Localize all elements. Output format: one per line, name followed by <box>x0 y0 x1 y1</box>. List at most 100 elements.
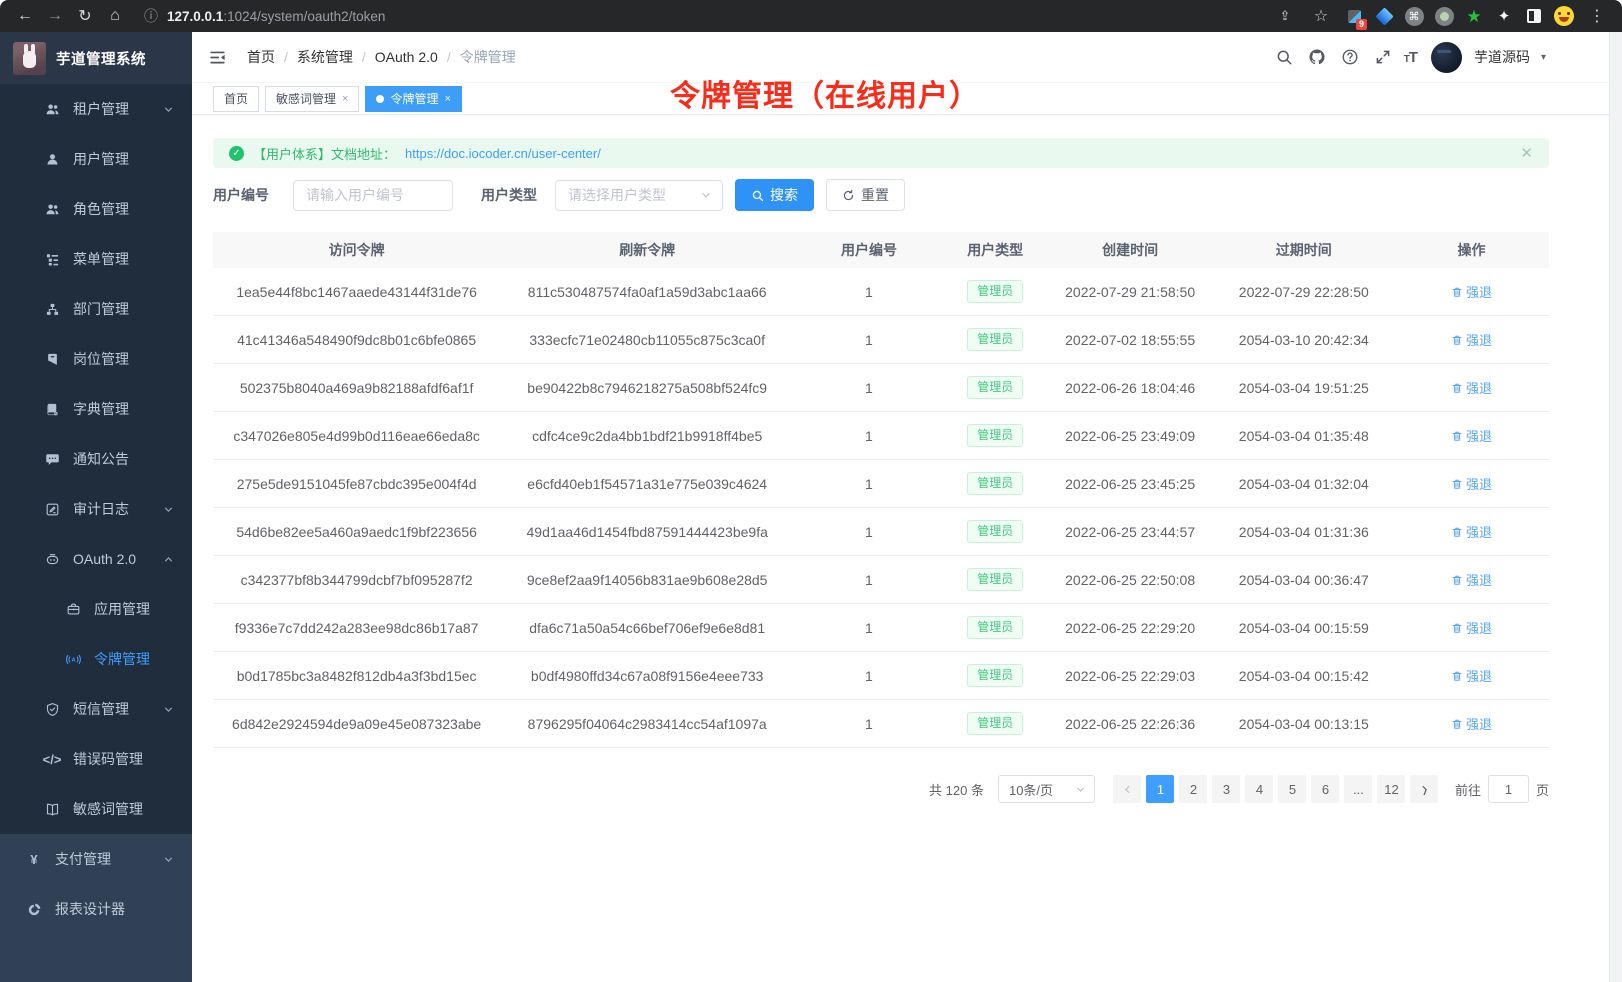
force-logout-button[interactable]: 强退 <box>1451 330 1492 349</box>
extension-star-icon[interactable]: ★ <box>1462 4 1486 28</box>
force-logout-button[interactable]: 强退 <box>1451 714 1492 733</box>
sidebar-item-report[interactable]: 报表设计器 <box>0 884 192 934</box>
force-logout-label: 强退 <box>1466 714 1492 733</box>
force-logout-button[interactable]: 强退 <box>1451 666 1492 685</box>
sidebar-item-menu[interactable]: 菜单管理 <box>0 234 192 284</box>
sidebar-item-dept[interactable]: 部门管理 <box>0 284 192 334</box>
force-logout-button[interactable]: 强退 <box>1451 618 1492 637</box>
alert-close-icon[interactable]: ✕ <box>1520 144 1533 162</box>
column-header: 刷新令牌 <box>500 240 794 260</box>
force-logout-button[interactable]: 强退 <box>1451 426 1492 445</box>
user-menu-caret-icon[interactable]: ▾ <box>1541 52 1546 63</box>
bookmark-star-icon[interactable]: ☆ <box>1306 2 1336 30</box>
breadcrumb-item: 令牌管理 <box>460 47 516 67</box>
address-bar[interactable]: ⓘ 127.0.0.1:1024/system/oauth2/token <box>144 6 1270 26</box>
sidebar-item-pay[interactable]: ¥支付管理 <box>0 834 192 884</box>
browser-toolbar: ← → ↻ ⌂ ⓘ 127.0.0.1:1024/system/oauth2/t… <box>0 0 1622 32</box>
tab-label: 敏感词管理 <box>276 90 336 107</box>
refresh-token-cell: be90422b8c7946218275a508bf524fc9 <box>500 380 794 396</box>
user-avatar[interactable] <box>1431 42 1462 73</box>
force-logout-button[interactable]: 强退 <box>1451 474 1492 493</box>
sidebar-item-post[interactable]: 岗位管理 <box>0 334 192 384</box>
access-token-cell: c342377bf8b344799dcbf7bf095287f2 <box>213 572 500 588</box>
extension-tiles-icon[interactable]: 9 <box>1342 4 1366 28</box>
tab-close-icon[interactable]: × <box>444 93 450 105</box>
side-panel-icon[interactable] <box>1522 4 1546 28</box>
user-type-select[interactable]: 请选择用户类型 <box>555 180 723 211</box>
tab-令牌管理[interactable]: 令牌管理× <box>365 86 461 112</box>
goto-page-input[interactable] <box>1488 775 1529 803</box>
page-ellipsis[interactable]: ... <box>1344 775 1372 803</box>
force-logout-button[interactable]: 强退 <box>1451 378 1492 397</box>
action-cell: 强退 <box>1394 570 1549 589</box>
fullscreen-icon[interactable] <box>1371 45 1395 69</box>
browser-menu-icon[interactable]: ⋮ <box>1582 2 1612 30</box>
breadcrumb-item[interactable]: 系统管理 <box>297 47 353 67</box>
create-time-cell: 2022-06-25 23:45:25 <box>1047 476 1214 492</box>
sidebar-item-sms[interactable]: 短信管理 <box>0 684 192 734</box>
sidebar-item-dict[interactable]: 字典管理 <box>0 384 192 434</box>
search-icon[interactable] <box>1272 45 1296 69</box>
profile-avatar-icon[interactable] <box>1552 4 1576 28</box>
username[interactable]: 芋道源码 <box>1474 47 1530 67</box>
tab-首页[interactable]: 首页 <box>213 86 259 112</box>
page-button-5[interactable]: 5 <box>1278 775 1306 803</box>
doc-link[interactable]: https://doc.iocoder.cn/user-center/ <box>405 146 601 161</box>
search-button[interactable]: 搜索 <box>735 179 814 211</box>
page-button-1[interactable]: 1 <box>1146 775 1174 803</box>
create-time-cell: 2022-06-25 22:29:20 <box>1047 620 1214 636</box>
sidebar-item-role[interactable]: 角色管理 <box>0 184 192 234</box>
github-icon[interactable] <box>1305 45 1329 69</box>
sidebar-item-tenant[interactable]: 租户管理 <box>0 84 192 134</box>
sidebar-item-error-code[interactable]: </>错误码管理 <box>0 734 192 784</box>
force-logout-button[interactable]: 强退 <box>1451 282 1492 301</box>
page-button-3[interactable]: 3 <box>1212 775 1240 803</box>
user-id-input[interactable] <box>293 180 453 211</box>
tab-close-icon[interactable]: × <box>342 93 348 105</box>
post-badge-icon <box>44 351 60 367</box>
force-logout-label: 强退 <box>1466 666 1492 685</box>
sidebar-item-notice[interactable]: 通知公告 <box>0 434 192 484</box>
action-cell: 强退 <box>1394 666 1549 685</box>
share-icon[interactable]: ⇪ <box>1270 2 1300 30</box>
site-info-icon[interactable]: ⓘ <box>144 6 158 26</box>
scrollbar[interactable] <box>1609 32 1622 982</box>
sidebar-item-oauth2-token[interactable]: A令牌管理 <box>0 634 192 684</box>
extension-record-icon[interactable] <box>1432 4 1456 28</box>
page-button-6[interactable]: 6 <box>1311 775 1339 803</box>
extension-command-icon[interactable]: ⌘ <box>1402 4 1426 28</box>
page-button-12[interactable]: 12 <box>1377 775 1405 803</box>
page-buttons: 123456...12 <box>1144 775 1408 803</box>
back-icon[interactable]: ← <box>10 2 40 30</box>
breadcrumb-item[interactable]: OAuth 2.0 <box>375 49 438 65</box>
sidebar-collapse-icon[interactable] <box>208 46 230 68</box>
home-icon[interactable]: ⌂ <box>100 2 130 30</box>
reset-button[interactable]: 重置 <box>826 179 905 211</box>
prev-page-button[interactable] <box>1113 775 1141 803</box>
extension-pinwheel-icon[interactable]: ✦ <box>1492 4 1516 28</box>
sidebar-item-sensitive-word[interactable]: 敏感词管理 <box>0 784 192 834</box>
announcement-icon <box>44 451 60 467</box>
force-logout-button[interactable]: 强退 <box>1451 522 1492 541</box>
sidebar-item-user[interactable]: 用户管理 <box>0 134 192 184</box>
font-size-icon[interactable]: TT <box>1404 49 1417 66</box>
sidebar-item-oauth2-app[interactable]: 应用管理 <box>0 584 192 634</box>
force-logout-button[interactable]: 强退 <box>1451 570 1492 589</box>
sidebar-item-audit-log[interactable]: 审计日志 <box>0 484 192 534</box>
success-check-icon: ✓ <box>229 146 244 161</box>
reload-icon[interactable]: ↻ <box>70 2 100 30</box>
access-token-cell: 275e5de9151045fe87cbdc395e004f4d <box>213 476 500 492</box>
page-size-select[interactable]: 10条/页 <box>998 775 1095 803</box>
user-type-label: 用户类型 <box>481 185 537 205</box>
next-page-button[interactable] <box>1410 775 1438 803</box>
breadcrumb-item[interactable]: 首页 <box>247 47 275 67</box>
forward-icon[interactable]: → <box>40 2 70 30</box>
page-button-4[interactable]: 4 <box>1245 775 1273 803</box>
page-button-2[interactable]: 2 <box>1179 775 1207 803</box>
tab-敏感词管理[interactable]: 敏感词管理 × <box>265 86 359 112</box>
user-id-cell: 1 <box>794 524 944 540</box>
sidebar-item-oauth2[interactable]: OAuth 2.0 <box>0 534 192 584</box>
help-icon[interactable] <box>1338 45 1362 69</box>
user-type-placeholder: 请选择用户类型 <box>568 185 666 205</box>
extension-gem-icon[interactable] <box>1372 4 1396 28</box>
